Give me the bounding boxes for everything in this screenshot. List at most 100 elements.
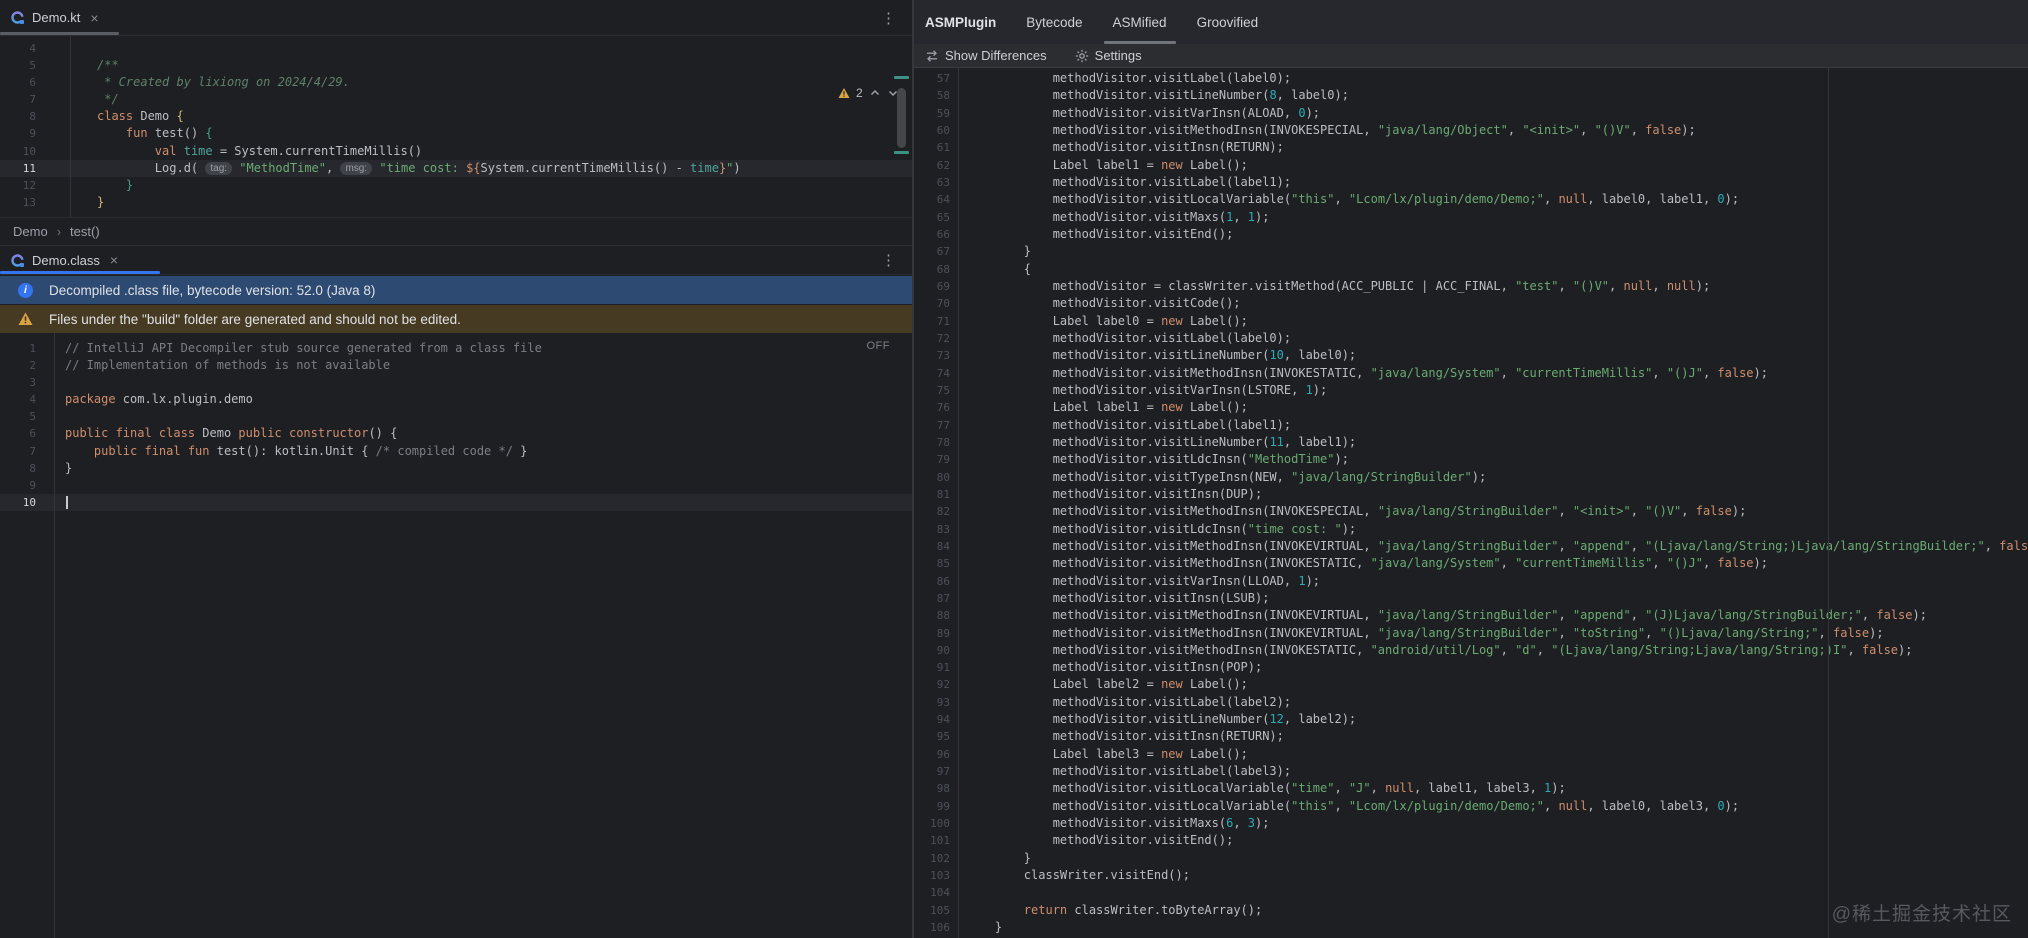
kotlin-code-area[interactable]: 4 5/** 6 * Created by lixiong on 2024/4/29…	[0, 36, 912, 217]
line-number[interactable]: 89	[914, 625, 950, 642]
more-options-icon[interactable]: ⋮	[881, 9, 896, 27]
line-number[interactable]: 105	[914, 902, 950, 919]
line-number[interactable]: 67	[914, 243, 950, 260]
info-banner: i Decompiled .class file, bytecode versi…	[0, 276, 912, 304]
more-options-icon[interactable]: ⋮	[881, 251, 896, 269]
breadcrumb-class[interactable]: Demo	[13, 224, 48, 239]
line-number[interactable]: 4	[0, 391, 36, 408]
parameter-hint: msg:	[340, 161, 373, 175]
line-number[interactable]: 8	[0, 108, 36, 125]
line-number[interactable]: 61	[914, 139, 950, 156]
line-number[interactable]: 62	[914, 157, 950, 174]
line-number[interactable]: 64	[914, 191, 950, 208]
line-number[interactable]: 9	[0, 125, 36, 142]
line-number[interactable]: 98	[914, 780, 950, 797]
tab-asmplugin[interactable]: ASMPlugin	[925, 0, 996, 44]
line-number[interactable]: 90	[914, 642, 950, 659]
breadcrumb-method[interactable]: test()	[70, 224, 100, 239]
line-number[interactable]: 75	[914, 382, 950, 399]
line-number[interactable]: 86	[914, 573, 950, 590]
line-number[interactable]: 97	[914, 763, 950, 780]
code-line: 95 methodVisitor.visitInsn(RETURN);	[914, 728, 2028, 745]
line-number[interactable]: 9	[0, 477, 36, 494]
line-number[interactable]: 103	[914, 867, 950, 884]
show-differences-button[interactable]: Show Differences	[925, 48, 1047, 63]
line-number[interactable]: 85	[914, 555, 950, 572]
line-number[interactable]: 2	[0, 357, 36, 374]
line-number[interactable]: 68	[914, 261, 950, 278]
highlighting-level-badge[interactable]: OFF	[867, 340, 891, 352]
line-number[interactable]: 57	[914, 70, 950, 87]
line-number[interactable]: 81	[914, 486, 950, 503]
line-number[interactable]: 69	[914, 278, 950, 295]
line-number[interactable]: 4	[0, 40, 36, 57]
tab-demo-class[interactable]: Demo.class ×	[0, 246, 160, 274]
line-number[interactable]: 60	[914, 122, 950, 139]
line-number[interactable]: 91	[914, 659, 950, 676]
line-number[interactable]: 100	[914, 815, 950, 832]
line-number[interactable]: 73	[914, 347, 950, 364]
line-number[interactable]: 58	[914, 87, 950, 104]
line-number[interactable]: 12	[0, 177, 36, 194]
line-number[interactable]: 7	[0, 443, 36, 460]
line-number[interactable]: 104	[914, 884, 950, 901]
line-number[interactable]: 7	[0, 91, 36, 108]
line-number[interactable]: 72	[914, 330, 950, 347]
line-number[interactable]: 77	[914, 417, 950, 434]
line-number[interactable]: 10	[0, 143, 36, 160]
chevron-up-icon[interactable]	[869, 87, 881, 99]
line-number[interactable]: 76	[914, 399, 950, 416]
tab-bytecode[interactable]: Bytecode	[1026, 0, 1082, 44]
line-number[interactable]: 66	[914, 226, 950, 243]
inspections-widget[interactable]: 2	[838, 83, 899, 103]
close-icon[interactable]: ×	[90, 10, 98, 26]
code-line: 12 }	[0, 177, 912, 194]
tab-asmified[interactable]: ASMified	[1103, 0, 1176, 44]
code-line: 100 methodVisitor.visitMaxs(6, 3);	[914, 815, 2028, 832]
line-number[interactable]: 5	[0, 408, 36, 425]
line-number[interactable]: 79	[914, 451, 950, 468]
close-icon[interactable]: ×	[110, 252, 118, 268]
code-line: 89 methodVisitor.visitMethodInsn(INVOKEV…	[914, 625, 2028, 642]
line-number[interactable]: 8	[0, 460, 36, 477]
line-number[interactable]: 102	[914, 850, 950, 867]
code-line: 82 methodVisitor.visitMethodInsn(INVOKES…	[914, 503, 2028, 520]
line-number[interactable]: 13	[0, 194, 36, 211]
line-number[interactable]: 93	[914, 694, 950, 711]
line-number[interactable]: 59	[914, 105, 950, 122]
line-number[interactable]: 99	[914, 798, 950, 815]
code-line: 103 classWriter.visitEnd();	[914, 867, 2028, 884]
line-number[interactable]: 5	[0, 57, 36, 74]
line-number[interactable]: 3	[0, 374, 36, 391]
line-number[interactable]: 83	[914, 521, 950, 538]
line-number[interactable]: 6	[0, 74, 36, 91]
line-number[interactable]: 92	[914, 676, 950, 693]
line-number[interactable]: 106	[914, 919, 950, 936]
line-number[interactable]: 11	[0, 160, 36, 177]
line-number[interactable]: 88	[914, 607, 950, 624]
tab-demo-kt[interactable]: Demo.kt ×	[0, 0, 119, 35]
line-number[interactable]: 78	[914, 434, 950, 451]
tab-groovified[interactable]: Groovified	[1197, 0, 1259, 44]
line-number[interactable]: 1	[0, 340, 36, 357]
line-number[interactable]: 71	[914, 313, 950, 330]
line-number[interactable]: 84	[914, 538, 950, 555]
line-number[interactable]: 87	[914, 590, 950, 607]
settings-button[interactable]: Settings	[1075, 48, 1142, 63]
line-number[interactable]: 10	[0, 494, 36, 511]
line-number[interactable]: 96	[914, 746, 950, 763]
line-number[interactable]: 65	[914, 209, 950, 226]
line-number[interactable]: 94	[914, 711, 950, 728]
line-number[interactable]: 6	[0, 425, 36, 442]
code-line: 13}	[0, 194, 912, 211]
asmified-code-area[interactable]: 57 methodVisitor.visitLabel(label0); 58 m…	[914, 68, 2028, 938]
decompiled-code-area[interactable]: 1// IntelliJ API Decompiler stub source …	[0, 333, 912, 938]
line-number[interactable]: 101	[914, 832, 950, 849]
line-number[interactable]: 82	[914, 503, 950, 520]
line-number[interactable]: 80	[914, 469, 950, 486]
line-number[interactable]: 74	[914, 365, 950, 382]
line-number[interactable]: 70	[914, 295, 950, 312]
editor-scrollbar-thumb[interactable]	[897, 88, 906, 148]
line-number[interactable]: 63	[914, 174, 950, 191]
line-number[interactable]: 95	[914, 728, 950, 745]
